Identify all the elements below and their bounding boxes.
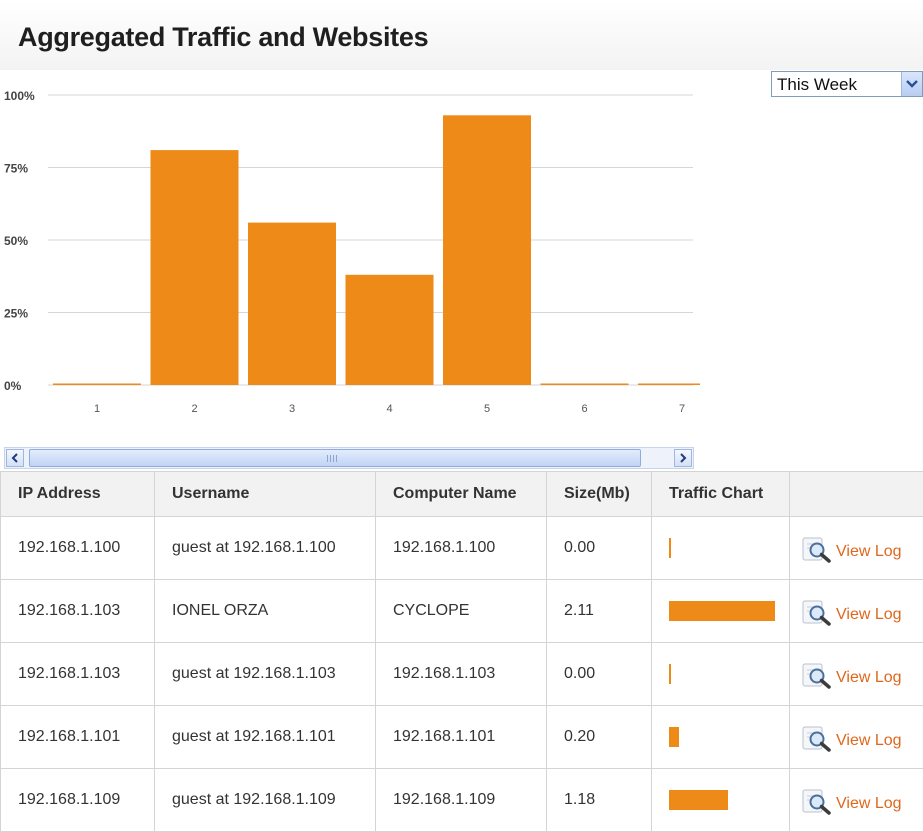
column-header-computer[interactable]: Computer Name: [376, 472, 547, 517]
x-tick-label: 2: [191, 403, 197, 415]
magnifier-icon: [802, 537, 836, 568]
view-log-link[interactable]: View Log: [802, 600, 902, 631]
y-tick-label: 0%: [4, 379, 22, 393]
magnifier-icon: [802, 600, 836, 631]
traffic-chart-cell: [652, 706, 790, 769]
bar-7: [638, 384, 700, 386]
ip-cell: 192.168.1.103: [1, 580, 155, 643]
ip-cell: 192.168.1.100: [1, 517, 155, 580]
traffic-bar-fill: [669, 790, 728, 810]
size-cell: 0.20: [547, 706, 652, 769]
column-header-username[interactable]: Username: [155, 472, 376, 517]
chart-scrollbar[interactable]: [4, 447, 694, 469]
view-log-cell: View Log: [790, 643, 923, 706]
computer-cell: 192.168.1.101: [376, 706, 547, 769]
bar-chart: 0% 25% 50% 75% 100% 1 2 3 4 5 6 7: [0, 80, 700, 425]
view-log-cell: View Log: [790, 580, 923, 643]
magnifier-icon: [802, 789, 836, 820]
bar-2: [151, 150, 239, 385]
size-cell: 1.18: [547, 769, 652, 832]
username-cell: guest at 192.168.1.103: [155, 643, 376, 706]
y-tick-label: 50%: [4, 234, 28, 248]
scroll-thumb[interactable]: [29, 449, 641, 467]
period-select[interactable]: This Week: [771, 71, 923, 97]
table-row: 192.168.1.100guest at 192.168.1.100192.1…: [1, 517, 923, 580]
size-cell: 2.11: [547, 580, 652, 643]
traffic-bar-fill: [669, 727, 679, 747]
view-log-link[interactable]: View Log: [802, 663, 902, 694]
traffic-bar-fill: [669, 601, 775, 621]
y-tick-label: 75%: [4, 162, 28, 176]
computer-cell: 192.168.1.100: [376, 517, 547, 580]
table-row: 192.168.1.103IONEL ORZACYCLOPE2.11 View L…: [1, 580, 923, 643]
traffic-bar: [669, 664, 779, 684]
period-select-value: This Week: [777, 75, 857, 95]
traffic-bar-fill: [669, 538, 671, 558]
username-cell: IONEL ORZA: [155, 580, 376, 643]
header: Aggregated Traffic and Websites: [0, 0, 923, 70]
x-tick-label: 7: [679, 403, 685, 415]
ip-cell: 192.168.1.103: [1, 643, 155, 706]
username-cell: guest at 192.168.1.100: [155, 517, 376, 580]
bar-4: [346, 275, 434, 385]
x-tick-label: 3: [289, 403, 295, 415]
traffic-chart-cell: [652, 517, 790, 580]
view-log-label: View Log: [836, 669, 902, 687]
username-cell: guest at 192.168.1.109: [155, 769, 376, 832]
magnifier-icon: [802, 726, 836, 757]
bar-5: [443, 115, 531, 385]
bar-6: [541, 384, 629, 386]
page-title: Aggregated Traffic and Websites: [18, 22, 428, 53]
view-log-cell: View Log: [790, 706, 923, 769]
computer-cell: 192.168.1.103: [376, 643, 547, 706]
column-header-ip[interactable]: IP Address: [1, 472, 155, 517]
table-row: 192.168.1.109guest at 192.168.1.109192.1…: [1, 769, 923, 832]
size-cell: 0.00: [547, 517, 652, 580]
traffic-bar: [669, 790, 779, 810]
size-cell: 0.00: [547, 643, 652, 706]
traffic-bar-fill: [669, 664, 671, 684]
view-log-label: View Log: [836, 732, 902, 750]
view-log-cell: View Log: [790, 769, 923, 832]
view-log-link[interactable]: View Log: [802, 726, 902, 757]
view-log-link[interactable]: View Log: [802, 789, 902, 820]
computer-cell: CYCLOPE: [376, 580, 547, 643]
view-log-cell: View Log: [790, 517, 923, 580]
view-log-link[interactable]: View Log: [802, 537, 902, 568]
x-tick-label: 5: [484, 403, 490, 415]
traffic-chart-cell: [652, 769, 790, 832]
y-tick-label: 100%: [4, 89, 35, 103]
traffic-table: IP Address Username Computer Name Size(M…: [0, 471, 923, 832]
x-tick-label: 1: [94, 403, 100, 415]
x-tick-label: 4: [386, 403, 392, 415]
column-header-size[interactable]: Size(Mb): [547, 472, 652, 517]
view-log-label: View Log: [836, 606, 902, 624]
ip-cell: 192.168.1.109: [1, 769, 155, 832]
bar-3: [248, 223, 336, 385]
table-row: 192.168.1.101guest at 192.168.1.101192.1…: [1, 706, 923, 769]
table-row: 192.168.1.103guest at 192.168.1.103192.1…: [1, 643, 923, 706]
username-cell: guest at 192.168.1.101: [155, 706, 376, 769]
computer-cell: 192.168.1.109: [376, 769, 547, 832]
traffic-chart-cell: [652, 580, 790, 643]
column-header-traffic[interactable]: Traffic Chart: [652, 472, 790, 517]
magnifier-icon: [802, 663, 836, 694]
traffic-bar: [669, 538, 779, 558]
grip-icon: [327, 455, 339, 462]
traffic-chart-cell: [652, 643, 790, 706]
arrow-right-icon[interactable]: [674, 449, 692, 467]
bar-1: [53, 384, 141, 386]
ip-cell: 192.168.1.101: [1, 706, 155, 769]
arrow-left-icon[interactable]: [6, 449, 24, 467]
traffic-bar: [669, 601, 779, 621]
y-tick-label: 25%: [4, 307, 28, 321]
column-header-action: [790, 472, 923, 517]
view-log-label: View Log: [836, 543, 902, 561]
view-log-label: View Log: [836, 795, 902, 813]
chevron-down-icon[interactable]: [901, 72, 922, 96]
x-tick-label: 6: [581, 403, 587, 415]
traffic-bar: [669, 727, 779, 747]
table-header-row: IP Address Username Computer Name Size(M…: [1, 472, 923, 517]
